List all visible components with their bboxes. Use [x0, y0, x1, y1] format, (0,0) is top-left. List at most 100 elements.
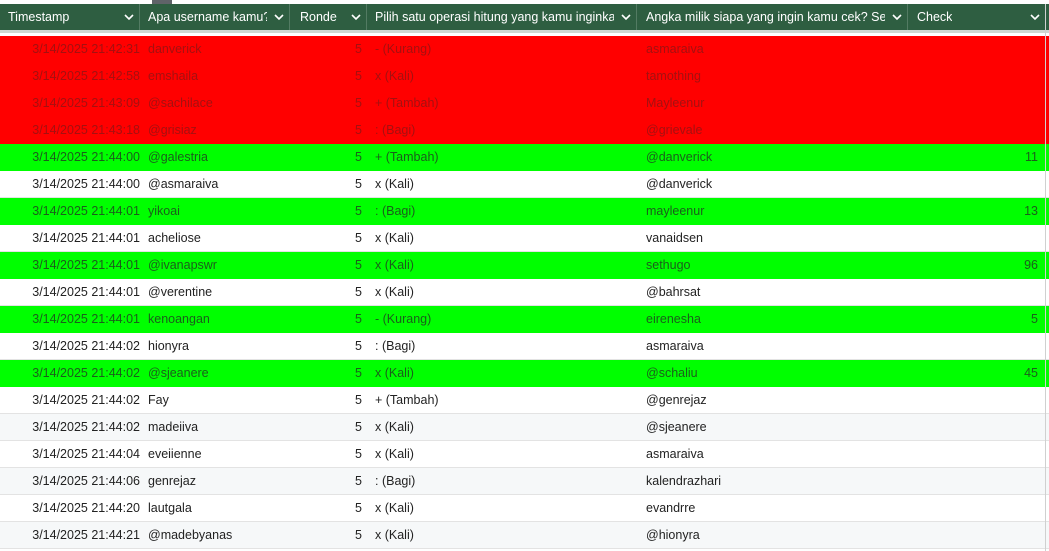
- username-cell[interactable]: @grisiaz: [148, 117, 288, 143]
- column-header-ronde[interactable]: Ronde: [292, 4, 367, 30]
- username-cell[interactable]: @ivanapswr: [148, 252, 288, 278]
- table-row[interactable]: 3/14/2025 21:44:20 lautgala 5 x (Kali) evand…: [0, 495, 1049, 522]
- chevron-down-icon[interactable]: [1029, 12, 1041, 22]
- username-cell[interactable]: danverick: [148, 36, 288, 62]
- target-cell[interactable]: kalendrazhari: [646, 468, 906, 494]
- operasi-cell[interactable]: x (Kali): [375, 495, 637, 521]
- username-cell[interactable]: @verentine: [148, 279, 288, 305]
- timestamp-cell[interactable]: 3/14/2025 21:44:06: [0, 468, 140, 494]
- ronde-cell[interactable]: 5: [296, 279, 362, 305]
- target-cell[interactable]: @danverick: [646, 144, 906, 170]
- column-header-check[interactable]: Check: [909, 4, 1045, 30]
- check-cell[interactable]: 45: [910, 360, 1038, 386]
- target-cell[interactable]: asmaraiva: [646, 333, 906, 359]
- username-cell[interactable]: acheliose: [148, 225, 288, 251]
- target-cell[interactable]: evandrre: [646, 495, 906, 521]
- username-cell[interactable]: hionyra: [148, 333, 288, 359]
- timestamp-cell[interactable]: 3/14/2025 21:44:01: [0, 306, 140, 332]
- table-row[interactable]: 3/14/2025 21:43:09 @sachilace 5 + (Tambah) M…: [0, 90, 1049, 117]
- check-cell[interactable]: [910, 387, 1038, 413]
- ronde-cell[interactable]: 5: [296, 252, 362, 278]
- table-row[interactable]: 3/14/2025 21:44:02 Fay 5 + (Tambah) @genreja…: [0, 387, 1049, 414]
- check-cell[interactable]: [910, 522, 1038, 548]
- timestamp-cell[interactable]: 3/14/2025 21:44:00: [0, 171, 140, 197]
- operasi-cell[interactable]: x (Kali): [375, 252, 637, 278]
- table-row[interactable]: 3/14/2025 21:44:01 @ivanapswr 5 x (Kali) set…: [0, 252, 1049, 279]
- username-cell[interactable]: lautgala: [148, 495, 288, 521]
- table-row[interactable]: 3/14/2025 21:44:06 genrejaz 5: (Bagi) kalen…: [0, 468, 1049, 495]
- check-cell[interactable]: 96: [910, 252, 1038, 278]
- timestamp-cell[interactable]: 3/14/2025 21:43:18: [0, 117, 140, 143]
- check-cell[interactable]: [910, 171, 1038, 197]
- check-cell[interactable]: [910, 414, 1038, 440]
- ronde-cell[interactable]: 5: [296, 495, 362, 521]
- column-header-username[interactable]: Apa username kamu?: [140, 4, 290, 30]
- table-row[interactable]: 3/14/2025 21:44:01 yikoai 5: (Bagi) mayleen…: [0, 198, 1049, 225]
- target-cell[interactable]: vanaidsen: [646, 225, 906, 251]
- table-row[interactable]: 3/14/2025 21:44:02 @sjeanere 5 x (Kali) @sch…: [0, 360, 1049, 387]
- username-cell[interactable]: emshaila: [148, 63, 288, 89]
- timestamp-cell[interactable]: 3/14/2025 21:44:04: [0, 441, 140, 467]
- operasi-cell[interactable]: : (Bagi): [375, 198, 637, 224]
- target-cell[interactable]: eirenesha: [646, 306, 906, 332]
- table-row[interactable]: 3/14/2025 21:44:04 eveiienne 5 x (Kali) asma…: [0, 441, 1049, 468]
- ronde-cell[interactable]: 5: [296, 441, 362, 467]
- column-header-timestamp[interactable]: Timestamp: [0, 4, 140, 30]
- timestamp-cell[interactable]: 3/14/2025 21:44:02: [0, 414, 140, 440]
- username-cell[interactable]: eveiienne: [148, 441, 288, 467]
- check-cell[interactable]: [910, 333, 1038, 359]
- check-cell[interactable]: [910, 441, 1038, 467]
- ronde-cell[interactable]: 5: [296, 387, 362, 413]
- timestamp-cell[interactable]: 3/14/2025 21:44:01: [0, 225, 140, 251]
- ronde-cell[interactable]: 5: [296, 360, 362, 386]
- username-cell[interactable]: madeiiva: [148, 414, 288, 440]
- timestamp-cell[interactable]: 3/14/2025 21:44:02: [0, 360, 140, 386]
- ronde-cell[interactable]: 5: [296, 171, 362, 197]
- table-row[interactable]: 3/14/2025 21:42:31 danverick 5 - (Kurang) as…: [0, 36, 1049, 63]
- column-header-operasi[interactable]: Pilih satu operasi hitung yang kamu ingi…: [367, 4, 637, 30]
- operasi-cell[interactable]: - (Kurang): [375, 36, 637, 62]
- timestamp-cell[interactable]: 3/14/2025 21:44:00: [0, 144, 140, 170]
- timestamp-cell[interactable]: 3/14/2025 21:42:58: [0, 63, 140, 89]
- check-cell[interactable]: [910, 63, 1038, 89]
- table-row[interactable]: 3/14/2025 21:44:01 @verentine 5 x (Kali) @ba…: [0, 279, 1049, 306]
- operasi-cell[interactable]: x (Kali): [375, 360, 637, 386]
- table-row[interactable]: 3/14/2025 21:44:01 acheliose 5 x (Kali) vana…: [0, 225, 1049, 252]
- operasi-cell[interactable]: : (Bagi): [375, 468, 637, 494]
- column-header-target[interactable]: Angka milik siapa yang ingin kamu cek? S…: [638, 4, 908, 30]
- table-row[interactable]: 3/14/2025 21:42:58 emshaila 5 x (Kali) tamot…: [0, 63, 1049, 90]
- target-cell[interactable]: @schaliu: [646, 360, 906, 386]
- table-row[interactable]: 3/14/2025 21:44:01 kenoangan 5 - (Kurang) ei…: [0, 306, 1049, 333]
- username-cell[interactable]: @madebyanas: [148, 522, 288, 548]
- chevron-down-icon[interactable]: [273, 12, 285, 22]
- table-row[interactable]: 3/14/2025 21:43:18 @grisiaz 5: (Bagi) @grie…: [0, 117, 1049, 144]
- timestamp-cell[interactable]: 3/14/2025 21:44:01: [0, 198, 140, 224]
- ronde-cell[interactable]: 5: [296, 522, 362, 548]
- operasi-cell[interactable]: + (Tambah): [375, 144, 637, 170]
- username-cell[interactable]: @sachilace: [148, 90, 288, 116]
- operasi-cell[interactable]: x (Kali): [375, 171, 637, 197]
- operasi-cell[interactable]: x (Kali): [375, 279, 637, 305]
- table-row[interactable]: 3/14/2025 21:44:02 madeiiva 5 x (Kali) @sjea…: [0, 414, 1049, 441]
- operasi-cell[interactable]: x (Kali): [375, 225, 637, 251]
- chevron-down-icon[interactable]: [350, 12, 362, 22]
- check-cell[interactable]: [910, 36, 1038, 62]
- chevron-down-icon[interactable]: [123, 12, 135, 22]
- username-cell[interactable]: genrejaz: [148, 468, 288, 494]
- ronde-cell[interactable]: 5: [296, 36, 362, 62]
- ronde-cell[interactable]: 5: [296, 225, 362, 251]
- check-cell[interactable]: [910, 90, 1038, 116]
- chevron-down-icon[interactable]: [620, 12, 632, 22]
- operasi-cell[interactable]: x (Kali): [375, 522, 637, 548]
- target-cell[interactable]: sethugo: [646, 252, 906, 278]
- username-cell[interactable]: kenoangan: [148, 306, 288, 332]
- operasi-cell[interactable]: : (Bagi): [375, 333, 637, 359]
- table-row[interactable]: 3/14/2025 21:44:21 @madebyanas 5 x (Kali) @h…: [0, 522, 1049, 549]
- ronde-cell[interactable]: 5: [296, 306, 362, 332]
- timestamp-cell[interactable]: 3/14/2025 21:44:01: [0, 252, 140, 278]
- operasi-cell[interactable]: x (Kali): [375, 63, 637, 89]
- target-cell[interactable]: asmaraiva: [646, 441, 906, 467]
- operasi-cell[interactable]: - (Kurang): [375, 306, 637, 332]
- ronde-cell[interactable]: 5: [296, 144, 362, 170]
- ronde-cell[interactable]: 5: [296, 117, 362, 143]
